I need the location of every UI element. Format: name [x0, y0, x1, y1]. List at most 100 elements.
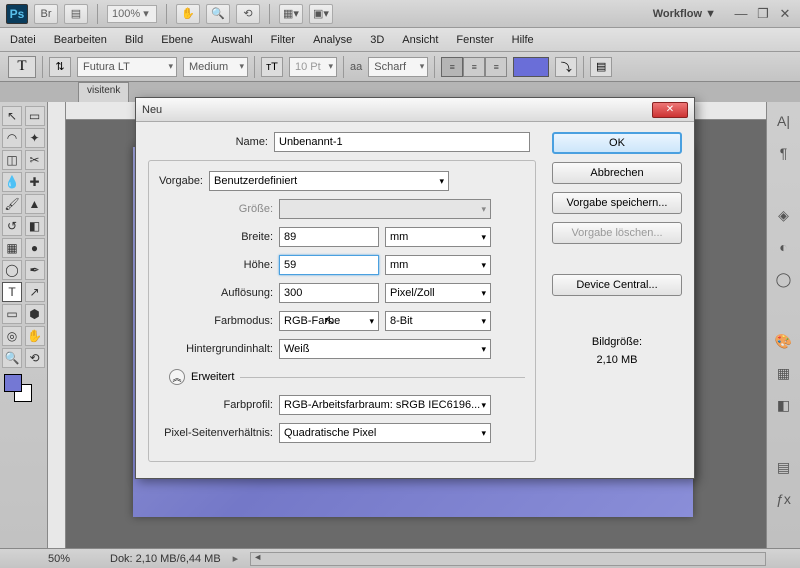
- hand-icon[interactable]: ✋: [176, 4, 200, 24]
- hintergrund-combo[interactable]: Weiß: [279, 339, 491, 359]
- path-tool[interactable]: ↗: [25, 282, 45, 302]
- 3d-tool[interactable]: ⬢: [25, 304, 45, 324]
- paragraph-panel-icon[interactable]: ¶: [773, 142, 795, 164]
- ps-logo: Ps: [6, 4, 28, 24]
- hoehe-unit-combo[interactable]: mm: [385, 255, 491, 275]
- text-color-swatch[interactable]: [513, 57, 549, 77]
- vorgabe-speichern-button[interactable]: Vorgabe speichern...: [552, 192, 682, 214]
- erweitert-toggle[interactable]: ︽: [169, 369, 185, 385]
- bridge-icon[interactable]: Br: [34, 4, 58, 24]
- warp-text-icon[interactable]: ⤵: [555, 57, 577, 77]
- minimize-button[interactable]: —: [732, 6, 750, 22]
- dialog-close-button[interactable]: ✕: [652, 102, 688, 118]
- farbprofil-combo[interactable]: RGB-Arbeitsfarbraum: sRGB IEC6196...: [279, 395, 491, 415]
- stamp-tool[interactable]: ▲: [25, 194, 45, 214]
- pixelsv-combo[interactable]: Quadratische Pixel: [279, 423, 491, 443]
- pen-tool[interactable]: ✒: [25, 260, 45, 280]
- antialias-combo[interactable]: Scharf: [368, 57, 428, 77]
- layers-panel-icon[interactable]: ◈: [773, 204, 795, 226]
- screen-icon[interactable]: ▣▾: [309, 4, 333, 24]
- color-panel-icon[interactable]: 🎨: [773, 330, 795, 352]
- bit-combo[interactable]: 8-Bit: [385, 311, 491, 331]
- dialog-titlebar[interactable]: Neu ✕: [136, 98, 694, 122]
- align-center-button[interactable]: ≡: [463, 57, 485, 77]
- ok-button[interactable]: OK: [552, 132, 682, 154]
- film-icon[interactable]: ▤: [64, 4, 88, 24]
- farbmodus-combo[interactable]: RGB-Farbe↖: [279, 311, 379, 331]
- eraser-tool[interactable]: ◧: [25, 216, 45, 236]
- farbmodus-label: Farbmodus:: [153, 315, 273, 327]
- menu-filter[interactable]: Filter: [271, 34, 295, 46]
- breite-unit-combo[interactable]: mm: [385, 227, 491, 247]
- menu-bild[interactable]: Bild: [125, 34, 143, 46]
- menu-hilfe[interactable]: Hilfe: [512, 34, 534, 46]
- h-scrollbar[interactable]: [250, 552, 766, 566]
- menu-ansicht[interactable]: Ansicht: [402, 34, 438, 46]
- zoom-tool[interactable]: 🔍: [2, 348, 22, 368]
- abbrechen-button[interactable]: Abbrechen: [552, 162, 682, 184]
- eyedropper-tool[interactable]: 💧: [2, 172, 22, 192]
- menu-analyse[interactable]: Analyse: [313, 34, 352, 46]
- history-brush-tool[interactable]: ↺: [2, 216, 22, 236]
- lasso-tool[interactable]: ◠: [2, 128, 22, 148]
- shape-tool[interactable]: ▭: [2, 304, 22, 324]
- actions-panel-icon[interactable]: ƒx: [773, 488, 795, 510]
- menu-3d[interactable]: 3D: [370, 34, 384, 46]
- aufloesung-input[interactable]: [279, 283, 379, 303]
- zoom-select[interactable]: 100% ▾: [107, 5, 157, 23]
- crop-tool[interactable]: ◫: [2, 150, 22, 170]
- history-panel-icon[interactable]: ▤: [773, 456, 795, 478]
- paths-panel-icon[interactable]: ◯: [773, 268, 795, 290]
- font-weight-combo[interactable]: Medium: [183, 57, 248, 77]
- font-size-combo[interactable]: 10 Pt: [289, 57, 337, 77]
- swatches-panel-icon[interactable]: ▦: [773, 362, 795, 384]
- aufloesung-unit-combo[interactable]: Pixel/Zoll: [385, 283, 491, 303]
- marquee-tool[interactable]: ▭: [25, 106, 45, 126]
- groesse-label: Größe:: [153, 203, 273, 215]
- menu-datei[interactable]: Datei: [10, 34, 36, 46]
- maximize-button[interactable]: ❐: [754, 6, 772, 22]
- slice-tool[interactable]: ✂: [25, 150, 45, 170]
- type-tool-preset[interactable]: T: [8, 56, 36, 78]
- type-tool[interactable]: T: [2, 282, 22, 302]
- align-right-button[interactable]: ≡: [485, 57, 507, 77]
- blur-tool[interactable]: ●: [25, 238, 45, 258]
- device-central-button[interactable]: Device Central...: [552, 274, 682, 296]
- rotate-tool[interactable]: ⟲: [25, 348, 45, 368]
- hintergrund-label: Hintergrundinhalt:: [153, 343, 273, 355]
- menu-fenster[interactable]: Fenster: [456, 34, 493, 46]
- dodge-tool[interactable]: ◯: [2, 260, 22, 280]
- wand-tool[interactable]: ✦: [25, 128, 45, 148]
- character-panel-icon[interactable]: A|: [773, 110, 795, 132]
- align-left-button[interactable]: ≡: [441, 57, 463, 77]
- font-family-combo[interactable]: Futura LT: [77, 57, 177, 77]
- name-input[interactable]: [274, 132, 530, 152]
- styles-panel-icon[interactable]: ◧: [773, 394, 795, 416]
- hand-tool[interactable]: ✋: [25, 326, 45, 346]
- gradient-tool[interactable]: ▦: [2, 238, 22, 258]
- close-button[interactable]: ✕: [776, 6, 794, 22]
- vorgabe-combo[interactable]: Benutzerdefiniert: [209, 171, 449, 191]
- bildgroesse-label: Bildgröße:: [552, 334, 682, 352]
- orientation-icon[interactable]: ⇅: [49, 57, 71, 77]
- menu-ebene[interactable]: Ebene: [161, 34, 193, 46]
- move-tool[interactable]: ↖: [2, 106, 22, 126]
- zoom-icon[interactable]: 🔍: [206, 4, 230, 24]
- menu-bearbeiten[interactable]: Bearbeiten: [54, 34, 107, 46]
- channels-panel-icon[interactable]: ◐: [773, 236, 795, 258]
- doc-tab[interactable]: visitenk: [78, 82, 129, 102]
- character-panel-icon[interactable]: ▤: [590, 57, 612, 77]
- brush-tool[interactable]: 🖌: [2, 194, 22, 214]
- workspace-switcher[interactable]: Workflow ▼: [643, 4, 726, 24]
- arrange-icon[interactable]: ▦▾: [279, 4, 303, 24]
- color-picker[interactable]: [2, 374, 45, 404]
- hoehe-input[interactable]: [279, 255, 379, 275]
- menu-auswahl[interactable]: Auswahl: [211, 34, 253, 46]
- breite-input[interactable]: [279, 227, 379, 247]
- status-dok: Dok: 2,10 MB/6,44 MB: [110, 553, 221, 565]
- 3d-cam-tool[interactable]: ◎: [2, 326, 22, 346]
- status-zoom[interactable]: 50%: [48, 553, 98, 565]
- heal-tool[interactable]: ✚: [25, 172, 45, 192]
- rotate-icon[interactable]: ⟲: [236, 4, 260, 24]
- fg-color[interactable]: [4, 374, 22, 392]
